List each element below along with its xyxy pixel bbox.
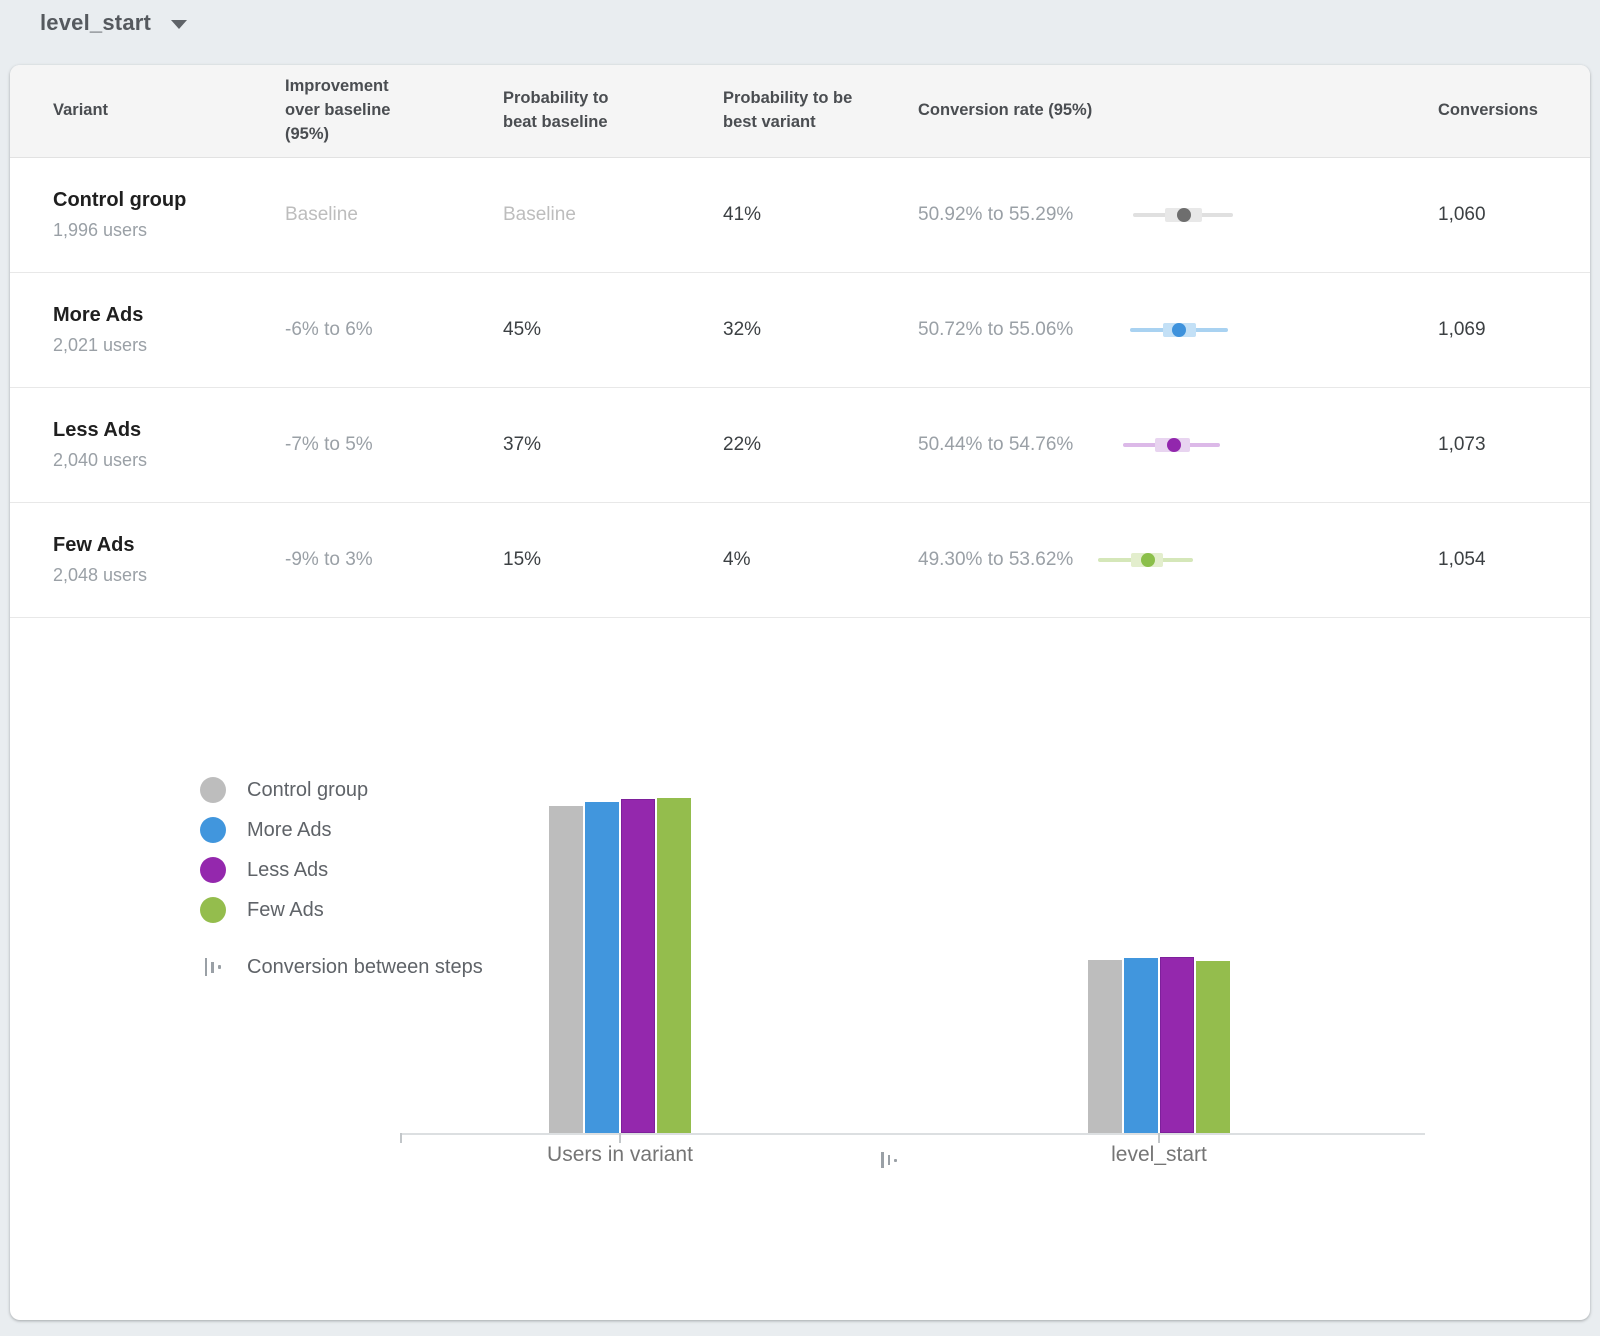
prob-beat-value: Baseline — [503, 204, 723, 226]
prob-best-value: 22% — [723, 434, 918, 456]
legend-label: More Ads — [247, 819, 331, 842]
prob-best-value: 4% — [723, 549, 918, 571]
event-selector-dropdown[interactable]: level_start — [40, 10, 187, 36]
legend-item-less-ads: Less Ads — [200, 857, 483, 883]
conversion-range: 50.44% to 54.76% — [918, 434, 1098, 456]
legend-item-control: Control group — [200, 777, 483, 803]
col-header-prob-best: Probability to be best variant — [723, 87, 853, 135]
confidence-interval — [1098, 434, 1248, 456]
bar-few-ads — [1196, 961, 1230, 1133]
conversion-range: 49.30% to 53.62% — [918, 549, 1098, 571]
col-header-conversion-rate: Conversion rate (95%) — [918, 99, 1438, 123]
table-row: Less Ads 2,040 users -7% to 5% 37% 22% 5… — [10, 388, 1590, 503]
bar-more-ads — [1124, 958, 1158, 1133]
col-header-conversions: Conversions — [1438, 99, 1600, 123]
legend-swatch — [200, 897, 226, 923]
variant-name: Less Ads — [53, 419, 285, 442]
legend-item-conversion-steps: Conversion between steps — [200, 955, 483, 979]
conversion-steps-icon — [200, 958, 226, 976]
conversion-range: 50.92% to 55.29% — [918, 204, 1098, 226]
prob-beat-value: 15% — [503, 549, 723, 571]
variant-users: 2,048 users — [53, 565, 285, 586]
table-row: More Ads 2,021 users -6% to 6% 45% 32% 5… — [10, 273, 1590, 388]
variant-users: 2,040 users — [53, 450, 285, 471]
variant-users: 1,996 users — [53, 220, 285, 241]
confidence-interval — [1098, 204, 1248, 226]
conversions-value: 1,060 — [1438, 204, 1600, 226]
conversion-rate-cell: 50.44% to 54.76% — [918, 434, 1438, 456]
improvement-value: -7% to 5% — [285, 434, 503, 456]
confidence-interval — [1098, 549, 1248, 571]
col-header-prob-beat: Probability to beat baseline — [503, 87, 628, 135]
legend-label: Few Ads — [247, 899, 324, 922]
prob-beat-value: 37% — [503, 434, 723, 456]
chart-legend: Control group More Ads Less Ads Few Ads … — [200, 777, 483, 979]
variant-cell: Few Ads 2,048 users — [10, 534, 285, 586]
prob-best-value: 32% — [723, 319, 918, 341]
conversion-rate-cell: 50.92% to 55.29% — [918, 204, 1438, 226]
prob-best-value: 41% — [723, 204, 918, 226]
legend-item-more-ads: More Ads — [200, 817, 483, 843]
category-label-users-in-variant: Users in variant — [547, 1143, 693, 1167]
variant-name: Control group — [53, 189, 285, 212]
variant-cell: More Ads 2,021 users — [10, 304, 285, 356]
legend-swatch — [200, 857, 226, 883]
improvement-value: -6% to 6% — [285, 319, 503, 341]
variant-cell: Control group 1,996 users — [10, 189, 285, 241]
legend-label: Conversion between steps — [247, 956, 483, 979]
conversions-value: 1,073 — [1438, 434, 1600, 456]
bar-control-group — [549, 806, 583, 1133]
col-header-improvement: Improvement over baseline (95%) — [285, 75, 420, 147]
bar-control-group — [1088, 960, 1122, 1133]
topbar: level_start — [0, 0, 1600, 65]
col-header-variant: Variant — [10, 99, 285, 123]
legend-item-few-ads: Few Ads — [200, 897, 483, 923]
bar-more-ads — [585, 802, 619, 1133]
conversion-steps-icon — [872, 1147, 906, 1173]
axis-tick — [1158, 1133, 1160, 1143]
legend-swatch — [200, 817, 226, 843]
category-label-level-start: level_start — [1111, 1143, 1207, 1167]
x-axis-line — [400, 1133, 1425, 1135]
event-selector-label: level_start — [40, 10, 151, 36]
legend-label: Control group — [247, 779, 368, 802]
results-card: Variant Improvement over baseline (95%) … — [10, 65, 1590, 1320]
variant-name: More Ads — [53, 304, 285, 327]
table-header-row: Variant Improvement over baseline (95%) … — [10, 65, 1590, 158]
conversion-range: 50.72% to 55.06% — [918, 319, 1098, 341]
variant-users: 2,021 users — [53, 335, 285, 356]
caret-down-icon — [171, 20, 187, 29]
improvement-value: Baseline — [285, 204, 503, 226]
bar-less-ads — [1160, 957, 1194, 1133]
confidence-interval — [1098, 319, 1248, 341]
prob-beat-value: 45% — [503, 319, 723, 341]
variant-cell: Less Ads 2,040 users — [10, 419, 285, 471]
conversion-rate-cell: 49.30% to 53.62% — [918, 549, 1438, 571]
table-row: Control group 1,996 users Baseline Basel… — [10, 158, 1590, 273]
legend-label: Less Ads — [247, 859, 328, 882]
conversions-value: 1,069 — [1438, 319, 1600, 341]
bar-less-ads — [621, 799, 655, 1133]
conversion-rate-cell: 50.72% to 55.06% — [918, 319, 1438, 341]
axis-tick — [619, 1133, 621, 1143]
axis-tick — [400, 1133, 402, 1143]
variant-name: Few Ads — [53, 534, 285, 557]
improvement-value: -9% to 3% — [285, 549, 503, 571]
table-row: Few Ads 2,048 users -9% to 3% 15% 4% 49.… — [10, 503, 1590, 618]
conversions-value: 1,054 — [1438, 549, 1600, 571]
bar-few-ads — [657, 798, 691, 1133]
legend-swatch — [200, 777, 226, 803]
